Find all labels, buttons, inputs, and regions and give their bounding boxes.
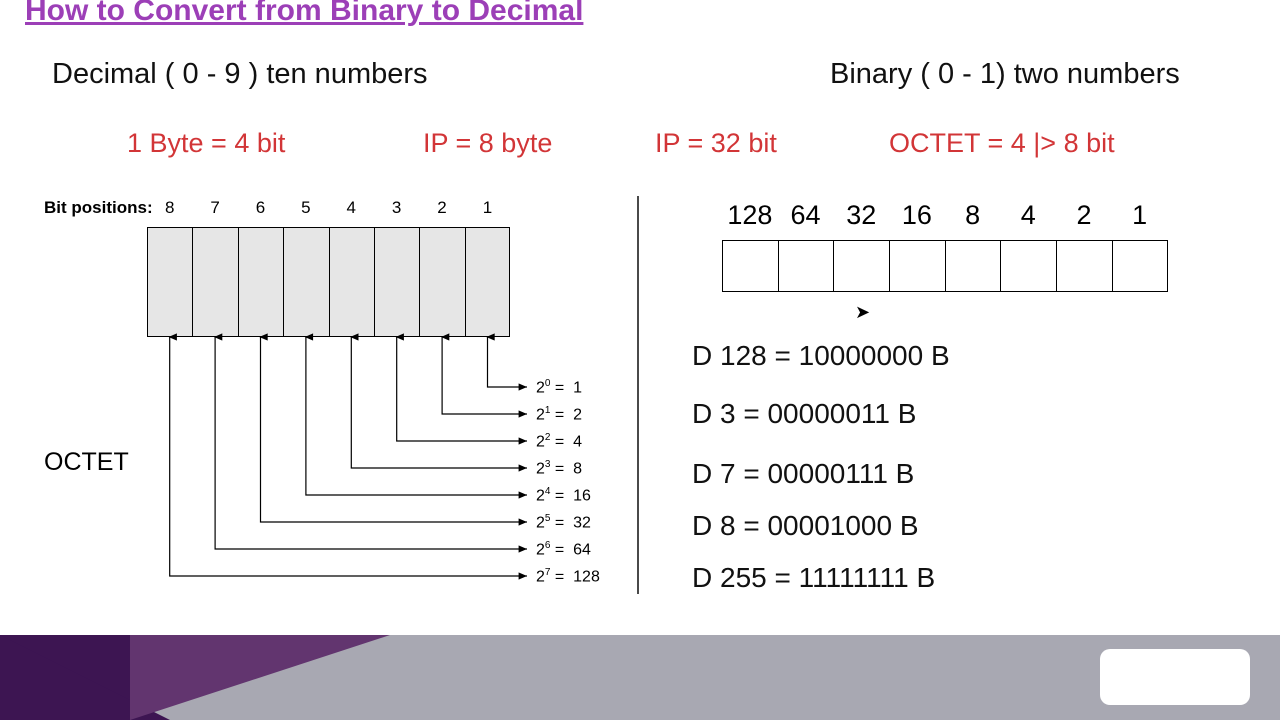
bit-cell (465, 227, 510, 337)
pv-cell (1056, 240, 1112, 292)
mouse-cursor-icon: ➤ (855, 302, 870, 323)
conversion-row: D 128 = 10000000 B (692, 340, 950, 372)
bit-cell (374, 227, 419, 337)
fact-ipbit: IP = 32 bit (655, 128, 777, 159)
power-2: 22 = 4 (536, 432, 582, 451)
footer-badge (1100, 649, 1250, 705)
pv-cell (1000, 240, 1056, 292)
bit-cell (147, 227, 192, 337)
bit-pos: 2 (419, 198, 464, 218)
pv-cell (945, 240, 1001, 292)
place-value: 2 (1056, 200, 1112, 231)
octet-label: OCTET (44, 448, 129, 477)
place-value: 128 (722, 200, 778, 231)
bit-pos: 5 (283, 198, 328, 218)
place-values-row: 128 64 32 16 8 4 2 1 (722, 200, 1168, 231)
footer-strip (0, 635, 1280, 720)
power-5: 25 = 32 (536, 513, 591, 532)
power-4: 24 = 16 (536, 486, 591, 505)
conversion-row: D 7 = 00000111 B (692, 458, 914, 490)
page-title: How to Convert from Binary to Decimal (25, 0, 583, 28)
bit-cell (419, 227, 464, 337)
fact-ipbyte: IP = 8 byte (423, 128, 552, 159)
place-value: 8 (945, 200, 1001, 231)
place-value: 1 (1112, 200, 1168, 231)
bit-positions-row: 8 7 6 5 4 3 2 1 (147, 198, 510, 218)
pv-cell (1112, 240, 1168, 292)
power-3: 23 = 8 (536, 459, 582, 478)
subtitle-binary: Binary ( 0 - 1) two numbers (830, 58, 1180, 91)
place-value: 16 (889, 200, 945, 231)
octet-bits (147, 227, 510, 337)
bit-cell (192, 227, 237, 337)
fact-byte: 1 Byte = 4 bit (127, 128, 285, 159)
pv-cell (889, 240, 945, 292)
bit-pos: 7 (192, 198, 237, 218)
bit-pos: 1 (465, 198, 510, 218)
bit-cell (238, 227, 283, 337)
subtitle-decimal: Decimal ( 0 - 9 ) ten numbers (52, 58, 428, 91)
bit-pos: 3 (374, 198, 419, 218)
place-value: 32 (833, 200, 889, 231)
conversion-row: D 8 = 00001000 B (692, 510, 919, 542)
fact-octet: OCTET = 4 |> 8 bit (889, 128, 1115, 159)
pv-cell (722, 240, 778, 292)
bit-positions-label: Bit positions: (44, 198, 153, 218)
vertical-divider (637, 196, 639, 594)
bit-cell (283, 227, 328, 337)
conversion-row: D 3 = 00000011 B (692, 398, 916, 430)
bit-pos: 8 (147, 198, 192, 218)
power-7: 27 = 128 (536, 567, 600, 586)
conversion-row: D 255 = 11111111 B (692, 562, 935, 594)
bit-pos: 4 (329, 198, 374, 218)
pv-cell (833, 240, 889, 292)
power-0: 20 = 1 (536, 378, 582, 397)
place-value: 4 (1000, 200, 1056, 231)
bit-pos: 6 (238, 198, 283, 218)
pv-cell (778, 240, 834, 292)
place-value: 64 (778, 200, 834, 231)
footer-shape (130, 635, 390, 720)
power-6: 26 = 64 (536, 540, 591, 559)
bit-cell (329, 227, 374, 337)
power-1: 21 = 2 (536, 405, 582, 424)
place-value-cells (722, 240, 1168, 292)
